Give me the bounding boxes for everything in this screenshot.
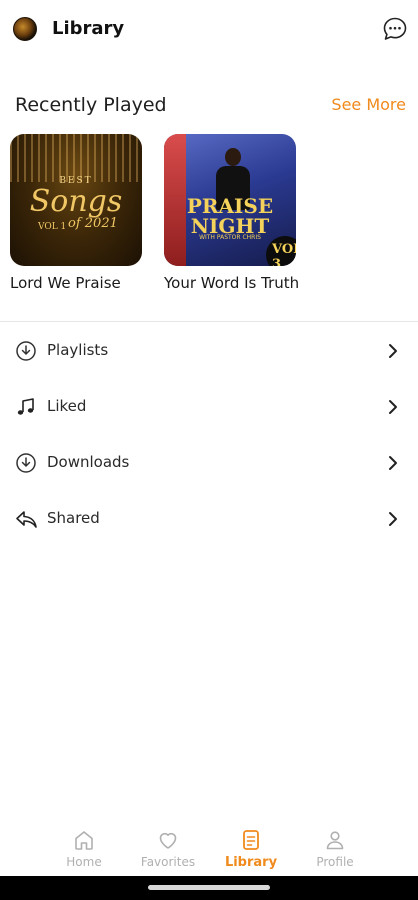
share-back-icon <box>15 508 37 530</box>
album-card[interactable]: PRAISE NIGHT WITH PASTOR CHRIS VOL 3 You… <box>164 134 299 292</box>
download-circle-icon <box>15 340 37 362</box>
nav-label: Library <box>224 855 278 870</box>
recently-played-title: Recently Played <box>15 94 167 116</box>
menu-item-label: Playlists <box>47 341 109 359</box>
page-title: Library <box>52 18 125 39</box>
menu-item-label: Liked <box>47 397 87 415</box>
cover-text: PRAISE NIGHT <box>186 194 274 238</box>
system-navigation-bar <box>0 876 418 900</box>
menu-item-liked[interactable]: Liked <box>0 385 418 429</box>
album-card[interactable]: BEST Songs VOL 1 of 2021 Lord We Praise <box>10 134 144 292</box>
album-cover[interactable]: BEST Songs VOL 1 of 2021 <box>10 134 142 266</box>
home-icon <box>72 828 96 852</box>
cover-lights-decoration <box>10 134 142 182</box>
menu-item-shared[interactable]: Shared <box>0 497 418 541</box>
library-screen: Library Recently Played See More BEST So… <box>0 0 418 900</box>
menu-item-label: Shared <box>47 509 100 527</box>
menu-item-label: Downloads <box>47 453 130 471</box>
chevron-right-icon <box>386 343 400 359</box>
nav-home[interactable]: Home <box>42 822 126 876</box>
chevron-right-icon <box>386 399 400 415</box>
section-divider <box>0 321 418 322</box>
nav-profile[interactable]: Profile <box>293 822 377 876</box>
chat-bubble-icon[interactable] <box>382 16 408 42</box>
cover-text: Songs <box>29 184 123 219</box>
app-logo <box>13 17 37 41</box>
cover-text: of 2021 <box>68 216 118 231</box>
heart-icon <box>156 828 180 852</box>
nav-favorites[interactable]: Favorites <box>126 822 210 876</box>
menu-item-downloads[interactable]: Downloads <box>0 441 418 485</box>
cover-text: VOL 1 <box>38 222 67 232</box>
see-more-link[interactable]: See More <box>331 95 406 114</box>
library-icon <box>239 828 263 852</box>
menu-item-playlists[interactable]: Playlists <box>0 329 418 373</box>
profile-icon <box>323 828 347 852</box>
bottom-navigation: Home Favorites Library Profile <box>0 822 418 876</box>
download-circle-icon <box>15 452 37 474</box>
nav-label: Home <box>66 855 102 869</box>
home-gesture-handle[interactable] <box>148 885 270 890</box>
chevron-right-icon <box>386 455 400 471</box>
nav-label: Favorites <box>140 855 196 869</box>
app-header: Library <box>0 0 418 60</box>
album-title[interactable]: Your Word Is Truth <box>164 274 299 292</box>
chevron-right-icon <box>386 511 400 527</box>
album-cover[interactable]: PRAISE NIGHT WITH PASTOR CHRIS VOL 3 <box>164 134 296 266</box>
album-title[interactable]: Lord We Praise <box>10 274 144 292</box>
nav-library[interactable]: Library <box>209 822 293 876</box>
nav-label: Profile <box>316 855 354 869</box>
music-note-icon <box>15 396 37 418</box>
